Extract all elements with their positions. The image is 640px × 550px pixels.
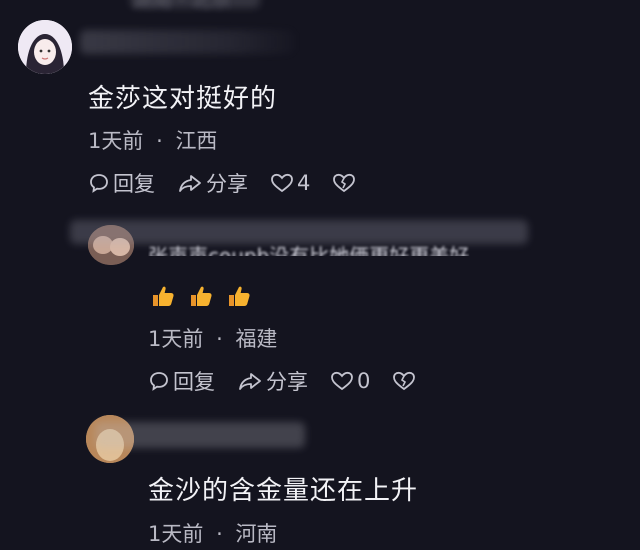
- heart-icon: [331, 371, 353, 391]
- reply-partial-text: 张声声coupb没有比她俩更好更美好: [148, 244, 470, 268]
- comment-meta: 1天前 · 江西: [88, 125, 217, 155]
- comment-time: 1天前: [148, 327, 204, 351]
- like-button[interactable]: 4: [270, 171, 310, 195]
- comment-location: 福建: [235, 327, 278, 351]
- meta-separator: ·: [216, 327, 223, 351]
- comment-time: 1天前: [88, 129, 144, 153]
- comment-actions: 回复 分享 0: [148, 366, 441, 396]
- dislike-button[interactable]: [332, 172, 359, 194]
- like-count: 4: [297, 171, 311, 195]
- meta-separator: ·: [216, 522, 223, 546]
- like-count: 0: [357, 369, 371, 393]
- meta-separator: ·: [156, 129, 163, 153]
- like-button[interactable]: 0: [330, 369, 370, 393]
- emoji-row: [150, 284, 252, 308]
- thumbs-up-emoji: [191, 286, 212, 306]
- broken-heart-icon: [393, 371, 416, 391]
- share-label: 分享: [266, 370, 308, 394]
- reply-button[interactable]: 回复: [88, 168, 155, 198]
- comment-time: 1天前: [148, 522, 204, 546]
- reply-button[interactable]: 回复: [148, 366, 215, 396]
- comment-meta: 1天前 · 福建: [148, 323, 277, 353]
- share-icon: [179, 175, 201, 192]
- comment-location: 河南: [235, 522, 278, 546]
- comment-text: 金沙的含金量还在上升: [148, 476, 419, 506]
- thumbs-up-emoji: [153, 286, 174, 306]
- heart-icon: [271, 173, 293, 193]
- reply-icon: [150, 372, 168, 391]
- reply-icon: [90, 174, 108, 193]
- avatar[interactable]: [18, 20, 72, 74]
- comment-text: 金莎这对挺好的: [88, 84, 278, 114]
- comment-actions: 回复 分享 4: [88, 168, 381, 198]
- share-icon: [239, 373, 261, 390]
- share-button[interactable]: 分享: [237, 366, 308, 396]
- thumbs-up-emoji: [229, 286, 250, 306]
- reply-label: 回复: [173, 370, 215, 394]
- username-blurred[interactable]: [95, 422, 305, 448]
- broken-heart-icon: [333, 173, 356, 193]
- reply-label: 回复: [113, 172, 155, 196]
- dislike-button[interactable]: [392, 370, 419, 392]
- top-partial-text: 湖南 · 北京: [132, 0, 232, 12]
- comment-location: 江西: [175, 129, 218, 153]
- comment-meta: 1天前 · 河南: [148, 518, 277, 548]
- share-label: 分享: [206, 172, 248, 196]
- username-blurred[interactable]: [80, 30, 295, 54]
- share-button[interactable]: 分享: [177, 168, 248, 198]
